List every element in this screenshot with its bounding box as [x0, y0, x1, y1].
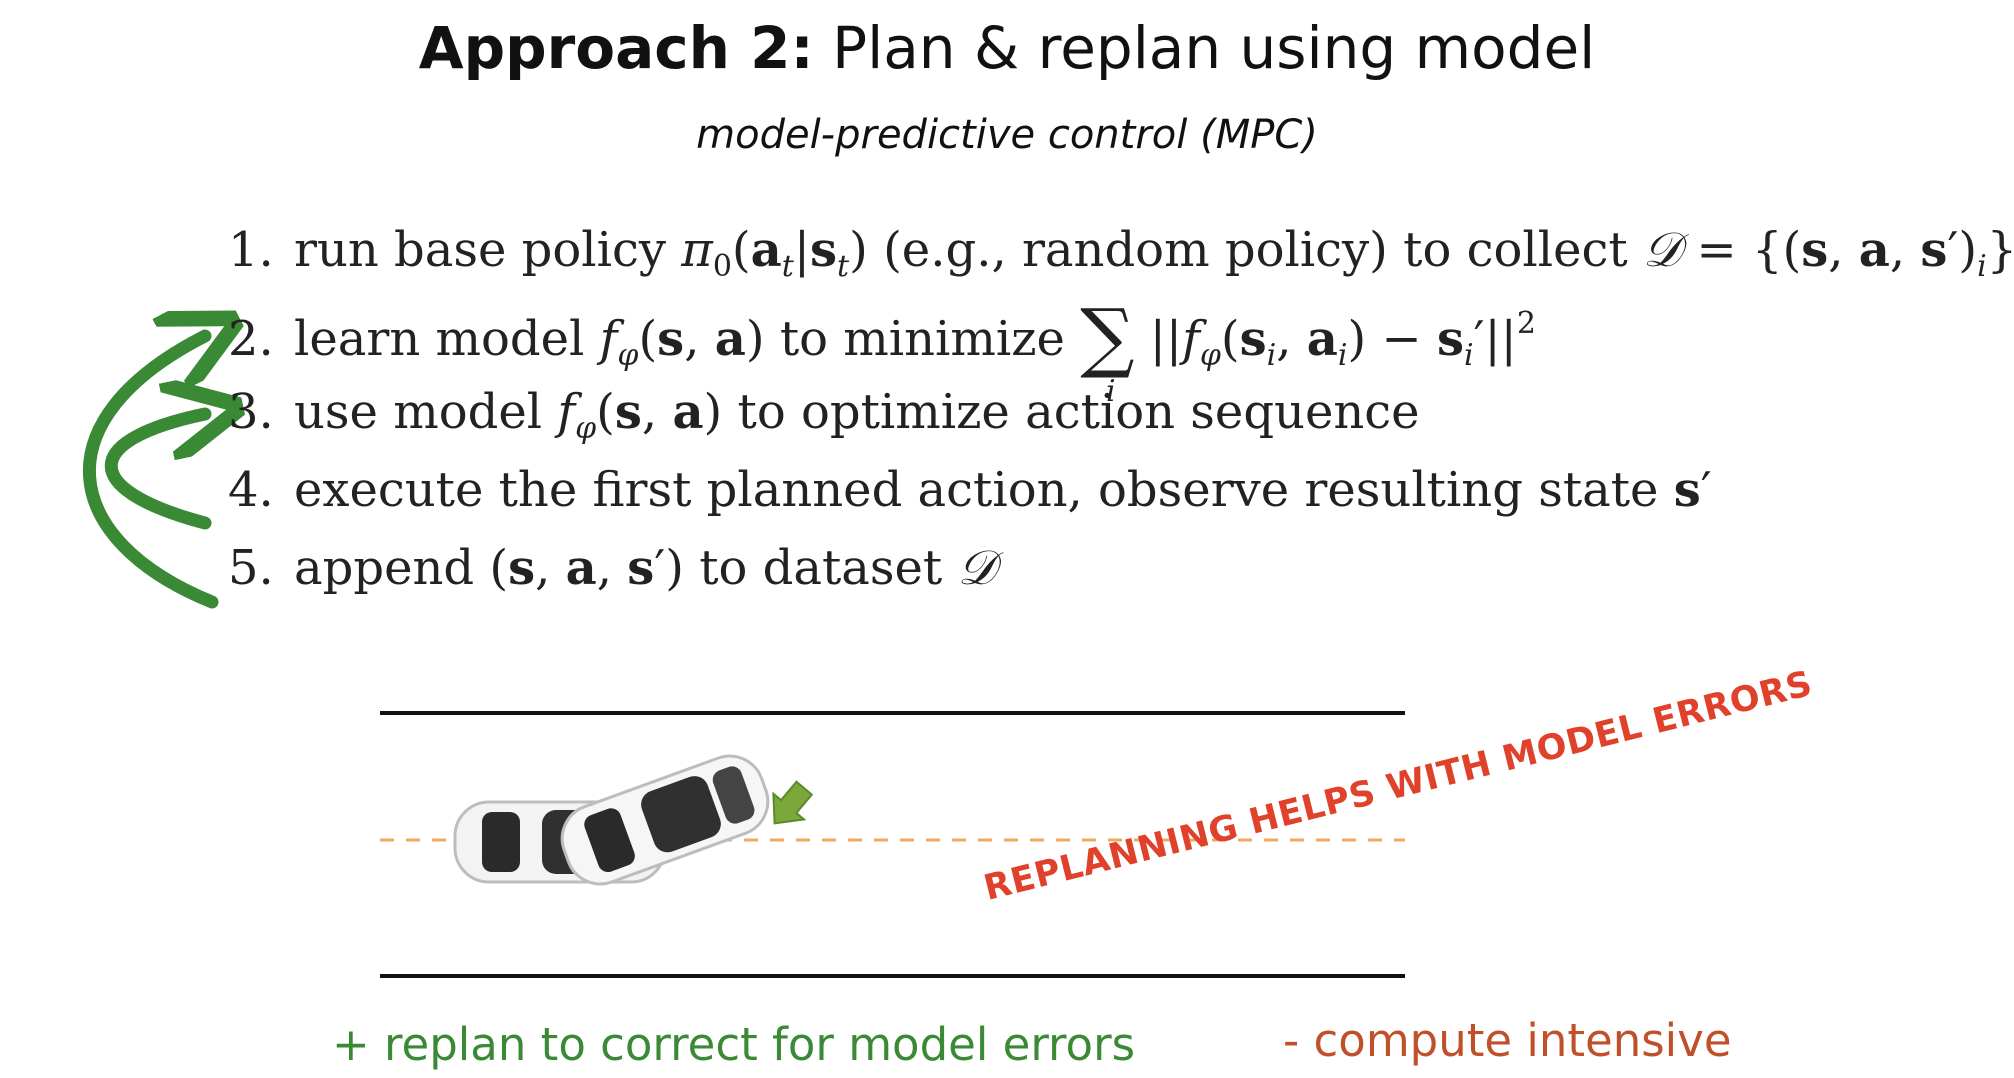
car-2 [560, 754, 770, 886]
pro-note: + replan to correct for model errors [332, 1018, 1136, 1071]
con-note: - compute intensive [1283, 1014, 1732, 1067]
road-illustration [380, 711, 1405, 978]
